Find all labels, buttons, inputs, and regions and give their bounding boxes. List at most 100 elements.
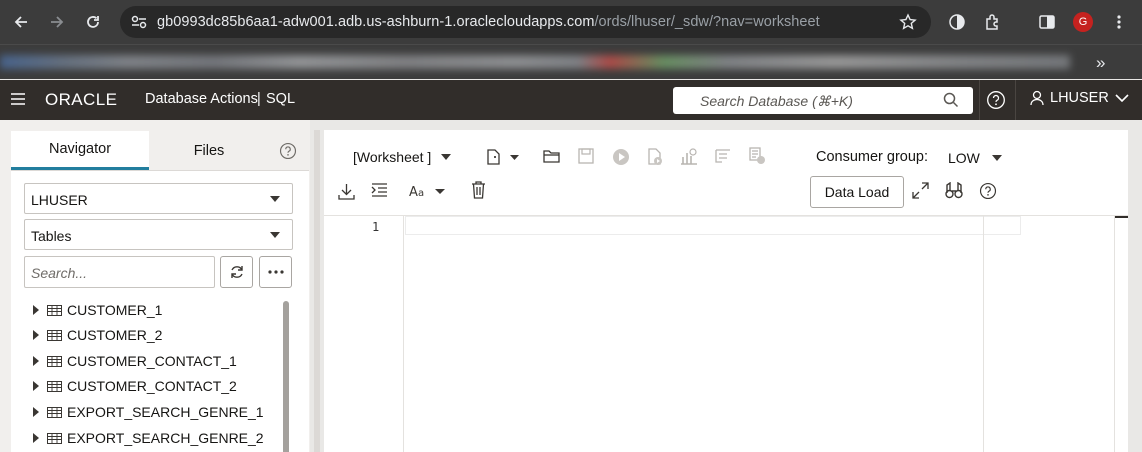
editor-overview-ruler[interactable] bbox=[1114, 216, 1129, 452]
worksheet-select-value: [Worksheet ] bbox=[353, 149, 432, 165]
tree-item[interactable]: EXPORT_SEARCH_GENRE_2 bbox=[33, 427, 264, 449]
extension-shield-icon[interactable] bbox=[946, 11, 968, 33]
url-text: gb0993dc85b6aa1-adw001.adb.us-ashburn-1.… bbox=[157, 14, 820, 30]
expand-triangle-icon[interactable] bbox=[33, 356, 39, 366]
extensions-puzzle-icon[interactable] bbox=[982, 11, 1004, 33]
navigator-tabs: Navigator Files bbox=[11, 131, 309, 170]
open-folder-icon[interactable] bbox=[543, 148, 561, 164]
run-statement-icon[interactable] bbox=[612, 148, 630, 166]
tree-item[interactable]: EXPORT_SEARCH_GENRE_1 bbox=[33, 401, 264, 423]
expand-triangle-icon[interactable] bbox=[33, 381, 39, 391]
worksheet-select[interactable]: [Worksheet ] bbox=[353, 149, 452, 165]
schema-select[interactable]: LHUSER bbox=[24, 183, 293, 214]
tree-scrollbar[interactable] bbox=[283, 301, 289, 452]
user-icon bbox=[1030, 90, 1044, 106]
expand-triangle-icon[interactable] bbox=[33, 407, 39, 417]
forward-button[interactable] bbox=[44, 9, 70, 35]
caret-down-icon bbox=[991, 155, 1002, 161]
refresh-button[interactable] bbox=[220, 256, 253, 288]
hamburger-menu-icon[interactable] bbox=[11, 93, 25, 105]
user-name: LHUSER bbox=[1050, 90, 1109, 106]
browser-menu-icon[interactable] bbox=[1108, 11, 1130, 33]
side-panel-icon[interactable] bbox=[1036, 11, 1058, 33]
expand-triangle-icon[interactable] bbox=[33, 433, 39, 443]
data-load-button[interactable]: Data Load bbox=[810, 176, 904, 208]
line-number: 1 bbox=[372, 220, 380, 234]
object-search-placeholder: Search... bbox=[31, 265, 88, 281]
explain-plan-icon[interactable] bbox=[680, 148, 698, 166]
autotrace-icon[interactable] bbox=[714, 148, 732, 164]
print-margin bbox=[983, 216, 984, 452]
url-path: /ords/lhuser/_sdw/?nav=worksheet bbox=[594, 14, 820, 30]
more-bookmarks-icon[interactable]: » bbox=[1096, 53, 1105, 73]
tab-navigator[interactable]: Navigator bbox=[11, 131, 149, 170]
expand-icon[interactable] bbox=[912, 182, 929, 199]
back-button[interactable] bbox=[8, 9, 34, 35]
worksheet-help-icon[interactable] bbox=[979, 182, 997, 200]
tab-files[interactable]: Files bbox=[149, 131, 269, 170]
text-case-icon[interactable]: Aa bbox=[409, 183, 447, 199]
trash-icon[interactable] bbox=[471, 181, 486, 199]
search-icon[interactable] bbox=[943, 92, 959, 108]
page-right-edge bbox=[1128, 120, 1142, 452]
header-divider bbox=[1015, 80, 1016, 120]
tree-item-label: EXPORT_SEARCH_GENRE_2 bbox=[67, 430, 264, 446]
tree-item-label: EXPORT_SEARCH_GENRE_1 bbox=[67, 404, 264, 420]
url-host: gb0993dc85b6aa1-adw001.adb.us-ashburn-1.… bbox=[157, 14, 595, 30]
expand-triangle-icon[interactable] bbox=[33, 330, 39, 340]
svg-text:A: A bbox=[409, 185, 418, 199]
tree-item[interactable]: CUSTOMER_CONTACT_1 bbox=[33, 350, 237, 372]
arrow-right-icon bbox=[51, 16, 64, 28]
arrow-left-icon bbox=[14, 16, 27, 28]
bookmark-star-icon[interactable] bbox=[899, 13, 917, 31]
user-menu[interactable]: LHUSER bbox=[1030, 90, 1129, 106]
schema-value: LHUSER bbox=[31, 192, 88, 208]
profile-avatar[interactable]: G bbox=[1073, 12, 1093, 32]
search-database-placeholder: Search Database (⌘+K) bbox=[700, 93, 853, 109]
ruler-marker bbox=[1115, 216, 1129, 218]
run-script-icon[interactable] bbox=[646, 148, 664, 166]
object-type-value: Tables bbox=[31, 228, 72, 244]
table-icon bbox=[47, 329, 62, 341]
table-icon bbox=[47, 304, 62, 316]
tree-item-label: CUSTOMER_CONTACT_1 bbox=[67, 353, 237, 369]
header-separator: | bbox=[257, 91, 261, 107]
navigator-panel: Navigator Files LHUSER Tables Search... bbox=[0, 120, 310, 452]
search-database-input[interactable]: Search Database (⌘+K) bbox=[673, 87, 973, 114]
panel-splitter[interactable] bbox=[314, 130, 320, 452]
tree-item-label: CUSTOMER_CONTACT_2 bbox=[67, 378, 237, 394]
navigator-body: LHUSER Tables Search... CUSTOMER_1 CUSTO… bbox=[11, 170, 309, 452]
refresh-icon bbox=[230, 266, 243, 278]
tree-item-label: CUSTOMER_1 bbox=[67, 302, 163, 318]
sql-history-icon[interactable] bbox=[748, 147, 766, 165]
find-binoculars-icon[interactable] bbox=[945, 182, 963, 199]
expand-triangle-icon[interactable] bbox=[33, 305, 39, 315]
blurred-bookmarks bbox=[0, 55, 1070, 69]
table-icon bbox=[47, 406, 62, 418]
new-worksheet-icon[interactable] bbox=[485, 148, 519, 166]
current-line-highlight[interactable] bbox=[405, 216, 1021, 235]
tree-item[interactable]: CUSTOMER_1 bbox=[33, 299, 162, 321]
object-type-select[interactable]: Tables bbox=[24, 219, 293, 250]
consumer-group-value: LOW bbox=[948, 150, 980, 166]
section-title: SQL bbox=[266, 91, 296, 107]
object-search-input[interactable]: Search... bbox=[24, 256, 215, 288]
format-indent-icon[interactable] bbox=[371, 183, 388, 198]
navigator-help-icon[interactable] bbox=[279, 142, 297, 160]
tree-item[interactable]: CUSTOMER_2 bbox=[33, 324, 162, 346]
download-icon[interactable] bbox=[338, 183, 355, 200]
reload-button[interactable] bbox=[80, 9, 106, 35]
sql-editor[interactable]: 1 bbox=[324, 216, 1129, 452]
worksheet-panel: [Worksheet ] Consumer group: LOW A a Dat… bbox=[324, 130, 1129, 452]
more-actions-button[interactable] bbox=[259, 256, 292, 288]
table-icon bbox=[47, 432, 62, 444]
address-bar[interactable]: gb0993dc85b6aa1-adw001.adb.us-ashburn-1.… bbox=[120, 6, 931, 38]
help-icon[interactable] bbox=[986, 90, 1006, 110]
consumer-group-select[interactable]: LOW bbox=[948, 150, 1002, 166]
line-number-gutter: 1 bbox=[324, 216, 404, 452]
save-icon[interactable] bbox=[578, 148, 594, 164]
site-settings-icon[interactable] bbox=[130, 14, 148, 30]
browser-toolbar: gb0993dc85b6aa1-adw001.adb.us-ashburn-1.… bbox=[0, 0, 1142, 44]
ellipsis-icon bbox=[267, 270, 284, 274]
tree-item[interactable]: CUSTOMER_CONTACT_2 bbox=[33, 375, 237, 397]
